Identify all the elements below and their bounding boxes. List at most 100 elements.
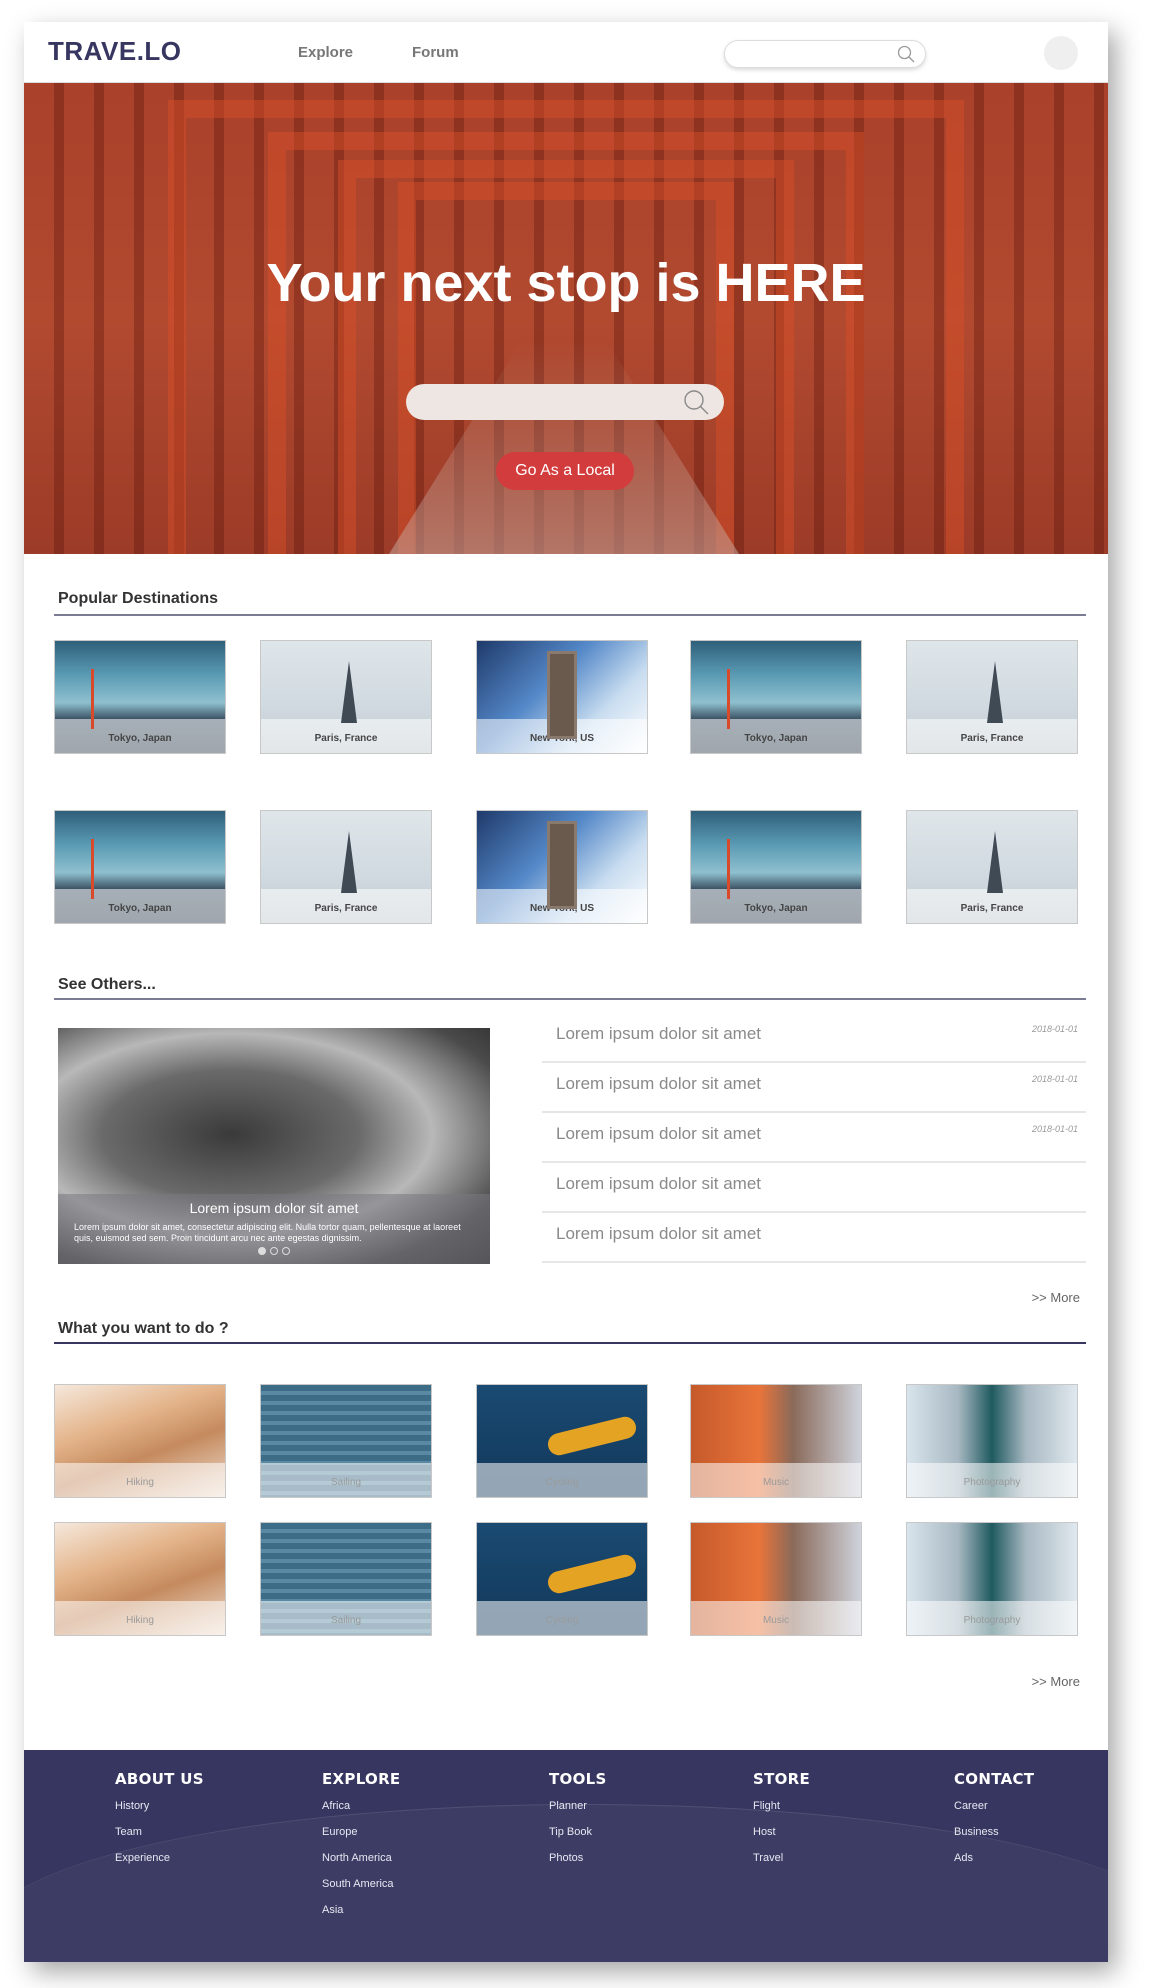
destination-card[interactable]: Paris, France bbox=[906, 810, 1078, 924]
footer-link[interactable]: North America bbox=[322, 1852, 400, 1864]
footer-link[interactable]: Experience bbox=[115, 1852, 204, 1864]
activity-label: Music bbox=[691, 1463, 861, 1497]
destination-label: Paris, France bbox=[261, 889, 431, 923]
activity-card[interactable]: Photography bbox=[906, 1384, 1078, 1498]
news-item[interactable]: Lorem ipsum dolor sit amet 2018-01-01 bbox=[542, 1112, 1086, 1163]
destination-card[interactable]: New York, US bbox=[476, 640, 648, 754]
activity-card[interactable]: Cycling bbox=[476, 1384, 648, 1498]
activity-label: Sailing bbox=[261, 1463, 431, 1497]
footer-heading: ABOUT US bbox=[115, 1770, 204, 1788]
news-title: Lorem ipsum dolor sit amet bbox=[556, 1224, 762, 1243]
news-item[interactable]: Lorem ipsum dolor sit amet 2018-01-01 bbox=[542, 1012, 1086, 1063]
footer-link[interactable]: Tip Book bbox=[549, 1826, 607, 1838]
avatar[interactable] bbox=[1044, 36, 1078, 70]
header-search-input[interactable] bbox=[724, 40, 926, 68]
footer-link[interactable]: Planner bbox=[549, 1800, 607, 1812]
destination-label: Paris, France bbox=[261, 719, 431, 753]
news-date: 2018-01-01 bbox=[1031, 1074, 1078, 1084]
search-icon[interactable] bbox=[897, 45, 915, 68]
footer-link[interactable]: Host bbox=[753, 1826, 810, 1838]
carousel-dots bbox=[256, 1242, 292, 1260]
nav-explore[interactable]: Explore bbox=[298, 44, 353, 61]
destination-label: Paris, France bbox=[907, 719, 1077, 753]
footer-column-about: ABOUT US History Team Experience bbox=[115, 1770, 204, 1878]
more-news-link[interactable]: >> More bbox=[1032, 1290, 1080, 1305]
news-item[interactable]: Lorem ipsum dolor sit amet bbox=[542, 1212, 1086, 1263]
activity-card[interactable]: Sailing bbox=[260, 1522, 432, 1636]
activity-card[interactable]: Cycling bbox=[476, 1522, 648, 1636]
featured-carousel[interactable]: Lorem ipsum dolor sit amet Lorem ipsum d… bbox=[58, 1028, 490, 1264]
footer-link[interactable]: History bbox=[115, 1800, 204, 1812]
activity-card[interactable]: Music bbox=[690, 1384, 862, 1498]
activity-label: Hiking bbox=[55, 1463, 225, 1497]
news-item[interactable]: Lorem ipsum dolor sit amet bbox=[542, 1162, 1086, 1213]
footer-heading: TOOLS bbox=[549, 1770, 607, 1788]
footer-link[interactable]: Business bbox=[954, 1826, 1034, 1838]
activity-card[interactable]: Music bbox=[690, 1522, 862, 1636]
footer-link[interactable]: Travel bbox=[753, 1852, 810, 1864]
logo[interactable]: TRAVE.LO bbox=[48, 36, 182, 67]
section-title-destinations: Popular Destinations bbox=[58, 590, 219, 607]
destination-label: Tokyo, Japan bbox=[691, 719, 861, 753]
destination-label: New York, US bbox=[477, 889, 647, 923]
carousel-caption: Lorem ipsum dolor sit amet Lorem ipsum d… bbox=[58, 1194, 490, 1264]
page: TRAVE.LO Explore Forum Your next stop is… bbox=[24, 22, 1108, 1962]
section-divider bbox=[54, 998, 1086, 1000]
destination-card[interactable]: Tokyo, Japan bbox=[54, 640, 226, 754]
search-icon[interactable] bbox=[682, 388, 710, 421]
activity-label: Hiking bbox=[55, 1601, 225, 1635]
footer-link[interactable]: Asia bbox=[322, 1904, 400, 1916]
footer-link[interactable]: Ads bbox=[954, 1852, 1034, 1864]
destination-card[interactable]: Paris, France bbox=[906, 640, 1078, 754]
hero-search-input[interactable] bbox=[406, 384, 724, 420]
footer-column-contact: CONTACT Career Business Ads bbox=[954, 1770, 1034, 1878]
go-as-local-button[interactable]: Go As a Local bbox=[496, 452, 634, 490]
footer-link[interactable]: Team bbox=[115, 1826, 204, 1838]
destination-card[interactable]: Paris, France bbox=[260, 810, 432, 924]
footer-heading: EXPLORE bbox=[322, 1770, 401, 1788]
footer-link[interactable]: Photos bbox=[549, 1852, 607, 1864]
destination-card[interactable]: Tokyo, Japan bbox=[690, 810, 862, 924]
carousel-dot[interactable] bbox=[270, 1247, 278, 1255]
carousel-title: Lorem ipsum dolor sit amet bbox=[189, 1200, 359, 1216]
nav-forum[interactable]: Forum bbox=[412, 44, 459, 61]
news-title: Lorem ipsum dolor sit amet bbox=[556, 1124, 762, 1143]
footer-column-explore: EXPLORE Africa Europe North America Sout… bbox=[322, 1770, 400, 1930]
destination-card[interactable]: Tokyo, Japan bbox=[54, 810, 226, 924]
footer-link[interactable]: Africa bbox=[322, 1800, 400, 1812]
activity-label: Sailing bbox=[261, 1601, 431, 1635]
more-activities-link[interactable]: >> More bbox=[1032, 1674, 1080, 1689]
activity-label: Photography bbox=[907, 1601, 1077, 1635]
destination-label: New York, US bbox=[477, 719, 647, 753]
footer-heading: CONTACT bbox=[954, 1770, 1035, 1788]
footer-link[interactable]: Europe bbox=[322, 1826, 400, 1838]
news-item[interactable]: Lorem ipsum dolor sit amet 2018-01-01 bbox=[542, 1062, 1086, 1113]
section-divider bbox=[54, 614, 1086, 616]
news-date: 2018-01-01 bbox=[1031, 1124, 1078, 1134]
destination-card[interactable]: Paris, France bbox=[260, 640, 432, 754]
footer-column-tools: TOOLS Planner Tip Book Photos bbox=[549, 1770, 607, 1878]
footer-link[interactable]: Flight bbox=[753, 1800, 810, 1812]
section-divider bbox=[54, 1342, 1086, 1344]
destination-card[interactable]: Tokyo, Japan bbox=[690, 640, 862, 754]
news-title: Lorem ipsum dolor sit amet bbox=[556, 1074, 762, 1093]
activity-card[interactable]: Hiking bbox=[54, 1522, 226, 1636]
news-title: Lorem ipsum dolor sit amet bbox=[556, 1174, 762, 1193]
news-title: Lorem ipsum dolor sit amet bbox=[556, 1024, 762, 1043]
carousel-dot[interactable] bbox=[282, 1247, 290, 1255]
destination-label: Tokyo, Japan bbox=[691, 889, 861, 923]
destination-card[interactable]: New York, US bbox=[476, 810, 648, 924]
activity-card[interactable]: Sailing bbox=[260, 1384, 432, 1498]
section-title-see-others: See Others... bbox=[58, 976, 156, 993]
activity-card[interactable]: Photography bbox=[906, 1522, 1078, 1636]
destination-label: Tokyo, Japan bbox=[55, 719, 225, 753]
footer-column-store: STORE Flight Host Travel bbox=[753, 1770, 810, 1878]
footer: ABOUT US History Team Experience EXPLORE… bbox=[24, 1750, 1108, 1962]
footer-link[interactable]: South America bbox=[322, 1878, 400, 1890]
hero-title: Your next stop is HERE bbox=[266, 253, 866, 313]
news-date: 2018-01-01 bbox=[1031, 1024, 1078, 1034]
carousel-dot[interactable] bbox=[258, 1247, 266, 1255]
hero-banner: Your next stop is HERE Go As a Local bbox=[24, 82, 1108, 554]
footer-link[interactable]: Career bbox=[954, 1800, 1034, 1812]
activity-card[interactable]: Hiking bbox=[54, 1384, 226, 1498]
